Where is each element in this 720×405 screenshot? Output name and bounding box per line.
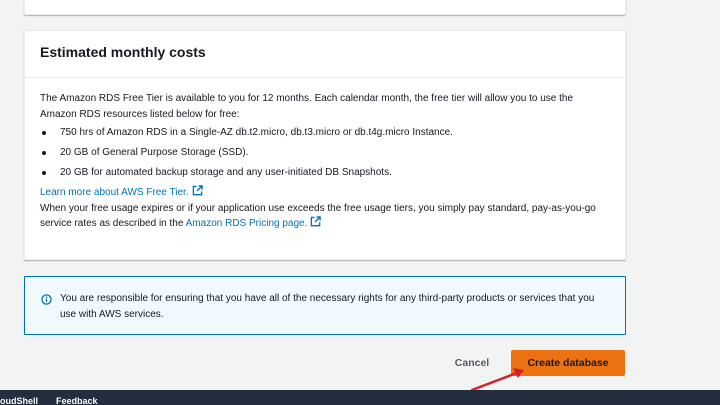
free-tier-link[interactable]: Learn more about AWS Free Tier. <box>40 187 189 198</box>
list-item: 20 GB of General Purpose Storage (SSD). <box>40 145 610 165</box>
info-alert: You are responsible for ensuring that yo… <box>24 276 626 335</box>
estimated-costs-body: The Amazon RDS Free Tier is available to… <box>25 78 625 232</box>
external-link-icon[interactable] <box>192 185 203 196</box>
estimated-costs-panel: Estimated monthly costs The Amazon RDS F… <box>24 30 626 260</box>
free-tier-intro: The Amazon RDS Free Tier is available to… <box>40 93 574 120</box>
info-alert-text: You are responsible for ensuring that yo… <box>60 293 595 320</box>
console-footer: oudShell Feedback <box>0 390 720 405</box>
free-tier-expiry-text: When your free usage expires or if your … <box>40 201 610 232</box>
external-link-icon[interactable] <box>310 216 322 227</box>
list-item: 750 hrs of Amazon RDS in a Single-AZ db.… <box>40 125 610 145</box>
free-tier-link-line: Learn more about AWS Free Tier. <box>40 185 610 201</box>
info-icon <box>41 294 52 305</box>
rds-pricing-link[interactable]: Amazon RDS Pricing page. <box>186 218 308 229</box>
estimated-costs-title: Estimated monthly costs <box>40 44 206 60</box>
list-item: 20 GB for automated backup storage and a… <box>40 165 610 185</box>
feedback-link[interactable]: Feedback <box>56 396 98 405</box>
cloudshell-link[interactable]: oudShell <box>0 396 38 405</box>
previous-section-card <box>24 0 626 15</box>
free-tier-list: 750 hrs of Amazon RDS in a Single-AZ db.… <box>40 125 610 185</box>
estimated-costs-header: Estimated monthly costs <box>25 31 625 78</box>
